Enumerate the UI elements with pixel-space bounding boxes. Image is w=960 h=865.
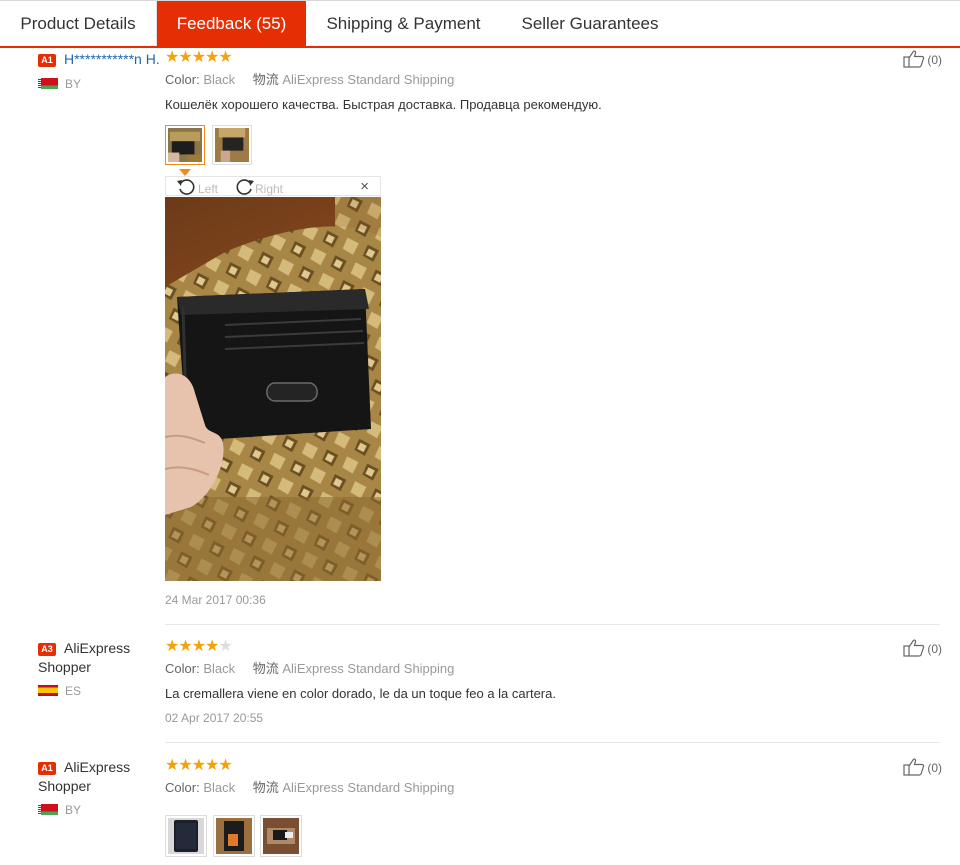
- star-icon: ★: [218, 757, 232, 774]
- star-icon: ★: [205, 49, 219, 66]
- belarus-flag-icon: [38, 804, 58, 815]
- tab-seller-guarantees[interactable]: Seller Guarantees: [501, 1, 679, 46]
- color-value: Black: [203, 72, 236, 87]
- shipping-label: 物流: [252, 661, 279, 676]
- belarus-flag-icon: [38, 78, 58, 89]
- order-info: Color: Black 物流 AliExpress Standard Ship…: [165, 780, 940, 796]
- star-icon: ★: [178, 638, 192, 655]
- thumbs-up-icon: [903, 758, 925, 776]
- reviewer-name-block: A3 AliExpress Shopper: [38, 639, 160, 677]
- star-icon: ★: [218, 49, 232, 66]
- reviewer-country: ES: [38, 684, 160, 698]
- helpful-count: (0): [927, 642, 942, 656]
- reviewer-info: A3 AliExpress Shopper ES: [38, 639, 160, 698]
- rotate-right-button[interactable]: Right: [233, 177, 283, 199]
- rotate-right-label: Right: [255, 182, 284, 196]
- star-icon: ★: [165, 49, 179, 66]
- star-icon: ★: [165, 638, 179, 655]
- review-photo-thumb[interactable]: [165, 125, 205, 165]
- feedback-text: Кошелёк хорошего качества. Быстрая доста…: [165, 97, 602, 112]
- shipping-label: 物流: [252, 780, 279, 795]
- star-empty-icon: ★: [218, 638, 232, 655]
- feedback-divider: [165, 624, 940, 625]
- color-label: Color:: [165, 780, 200, 795]
- star-icon: ★: [191, 757, 206, 774]
- viewer-pointer: [179, 169, 191, 176]
- star-rating: ★★★★★: [165, 639, 940, 655]
- close-viewer-button[interactable]: ×: [360, 177, 369, 196]
- review-photo-thumb[interactable]: [260, 815, 302, 857]
- star-rating: ★★★★★: [165, 50, 940, 66]
- photo-thumbnail: [168, 818, 204, 854]
- review-photo-thumb[interactable]: [212, 125, 252, 165]
- color-value: Black: [203, 661, 236, 676]
- color-value: Black: [203, 780, 236, 795]
- feedback-date: 24 Mar 2017 00:36: [165, 593, 266, 607]
- photo-viewer: Left Right ×: [165, 169, 381, 581]
- feedback-content: ★★★★★ Color: Black 物流 AliExpress Standar…: [165, 758, 940, 796]
- country-code: BY: [65, 77, 82, 91]
- helpful-button[interactable]: (0): [903, 639, 942, 658]
- reviewer-name-block: A1 AliExpress Shopper: [38, 758, 160, 796]
- star-icon: ★: [191, 638, 206, 655]
- color-label: Color:: [165, 72, 200, 87]
- tab-feedback[interactable]: Feedback (55): [157, 1, 306, 46]
- review-photo-large[interactable]: [165, 197, 381, 581]
- tab-bar: Product Details Feedback (55) Shipping &…: [0, 0, 960, 48]
- rotate-right-icon: [236, 179, 254, 195]
- tab-product-details[interactable]: Product Details: [0, 1, 156, 46]
- reviewer-info: A1 H***********n H. BY: [38, 50, 160, 91]
- buyer-level-badge: A1: [38, 762, 56, 775]
- shipping-value: AliExpress Standard Shipping: [282, 661, 455, 676]
- feedback-content: ★★★★★ Color: Black 物流 AliExpress Standar…: [165, 639, 940, 726]
- feedback-date: 02 Apr 2017 20:55: [165, 711, 264, 725]
- shipping-value: AliExpress Standard Shipping: [282, 72, 455, 87]
- feedback-content: ★★★★★ Color: Black 物流 AliExpress Standar…: [165, 50, 940, 113]
- helpful-button[interactable]: (0): [903, 50, 942, 69]
- photo-thumbnail: [215, 128, 249, 162]
- buyer-level-badge: A1: [38, 54, 56, 67]
- photo-thumbnail: [216, 818, 252, 854]
- viewer-toolbar: Left Right ×: [165, 176, 381, 196]
- star-icon: ★: [178, 757, 192, 774]
- star-icon: ★: [205, 757, 219, 774]
- star-icon: ★: [191, 49, 206, 66]
- feedback-divider: [165, 742, 940, 743]
- helpful-count: (0): [927, 53, 942, 67]
- review-photo-thumb[interactable]: [165, 815, 207, 857]
- star-icon: ★: [165, 757, 179, 774]
- photo-thumbnail: [263, 818, 299, 854]
- star-icon: ★: [205, 638, 219, 655]
- reviewer-name-block[interactable]: A1 H***********n H.: [38, 50, 160, 69]
- spain-flag-icon: [38, 685, 58, 696]
- reviewer-country: BY: [38, 77, 160, 91]
- rotate-left-icon: [177, 179, 195, 195]
- thumbs-up-icon: [903, 639, 925, 657]
- star-icon: ★: [178, 49, 192, 66]
- photo-thumbnail: [168, 128, 202, 162]
- wallet-photo: [165, 197, 381, 581]
- shipping-value: AliExpress Standard Shipping: [282, 780, 455, 795]
- order-info: Color: Black 物流 AliExpress Standard Ship…: [165, 72, 940, 88]
- thumbs-up-icon: [903, 50, 925, 68]
- reviewer-info: A1 AliExpress Shopper BY: [38, 758, 160, 817]
- star-rating: ★★★★★: [165, 758, 940, 774]
- reviewer-country: BY: [38, 803, 160, 817]
- shipping-label: 物流: [252, 72, 279, 87]
- order-info: Color: Black 物流 AliExpress Standard Ship…: [165, 661, 940, 677]
- helpful-count: (0): [927, 761, 942, 775]
- review-photo-thumb[interactable]: [213, 815, 255, 857]
- tab-shipping-payment[interactable]: Shipping & Payment: [306, 1, 501, 46]
- country-code: ES: [65, 684, 82, 698]
- reviewer-name[interactable]: H***********n H.: [64, 51, 160, 67]
- color-label: Color:: [165, 661, 200, 676]
- rotate-left-button[interactable]: Left: [176, 177, 218, 199]
- helpful-button[interactable]: (0): [903, 758, 942, 777]
- buyer-level-badge: A3: [38, 643, 56, 656]
- feedback-text: La cremallera viene en color dorado, le …: [165, 686, 556, 701]
- country-code: BY: [65, 803, 82, 817]
- rotate-left-label: Left: [198, 182, 219, 196]
